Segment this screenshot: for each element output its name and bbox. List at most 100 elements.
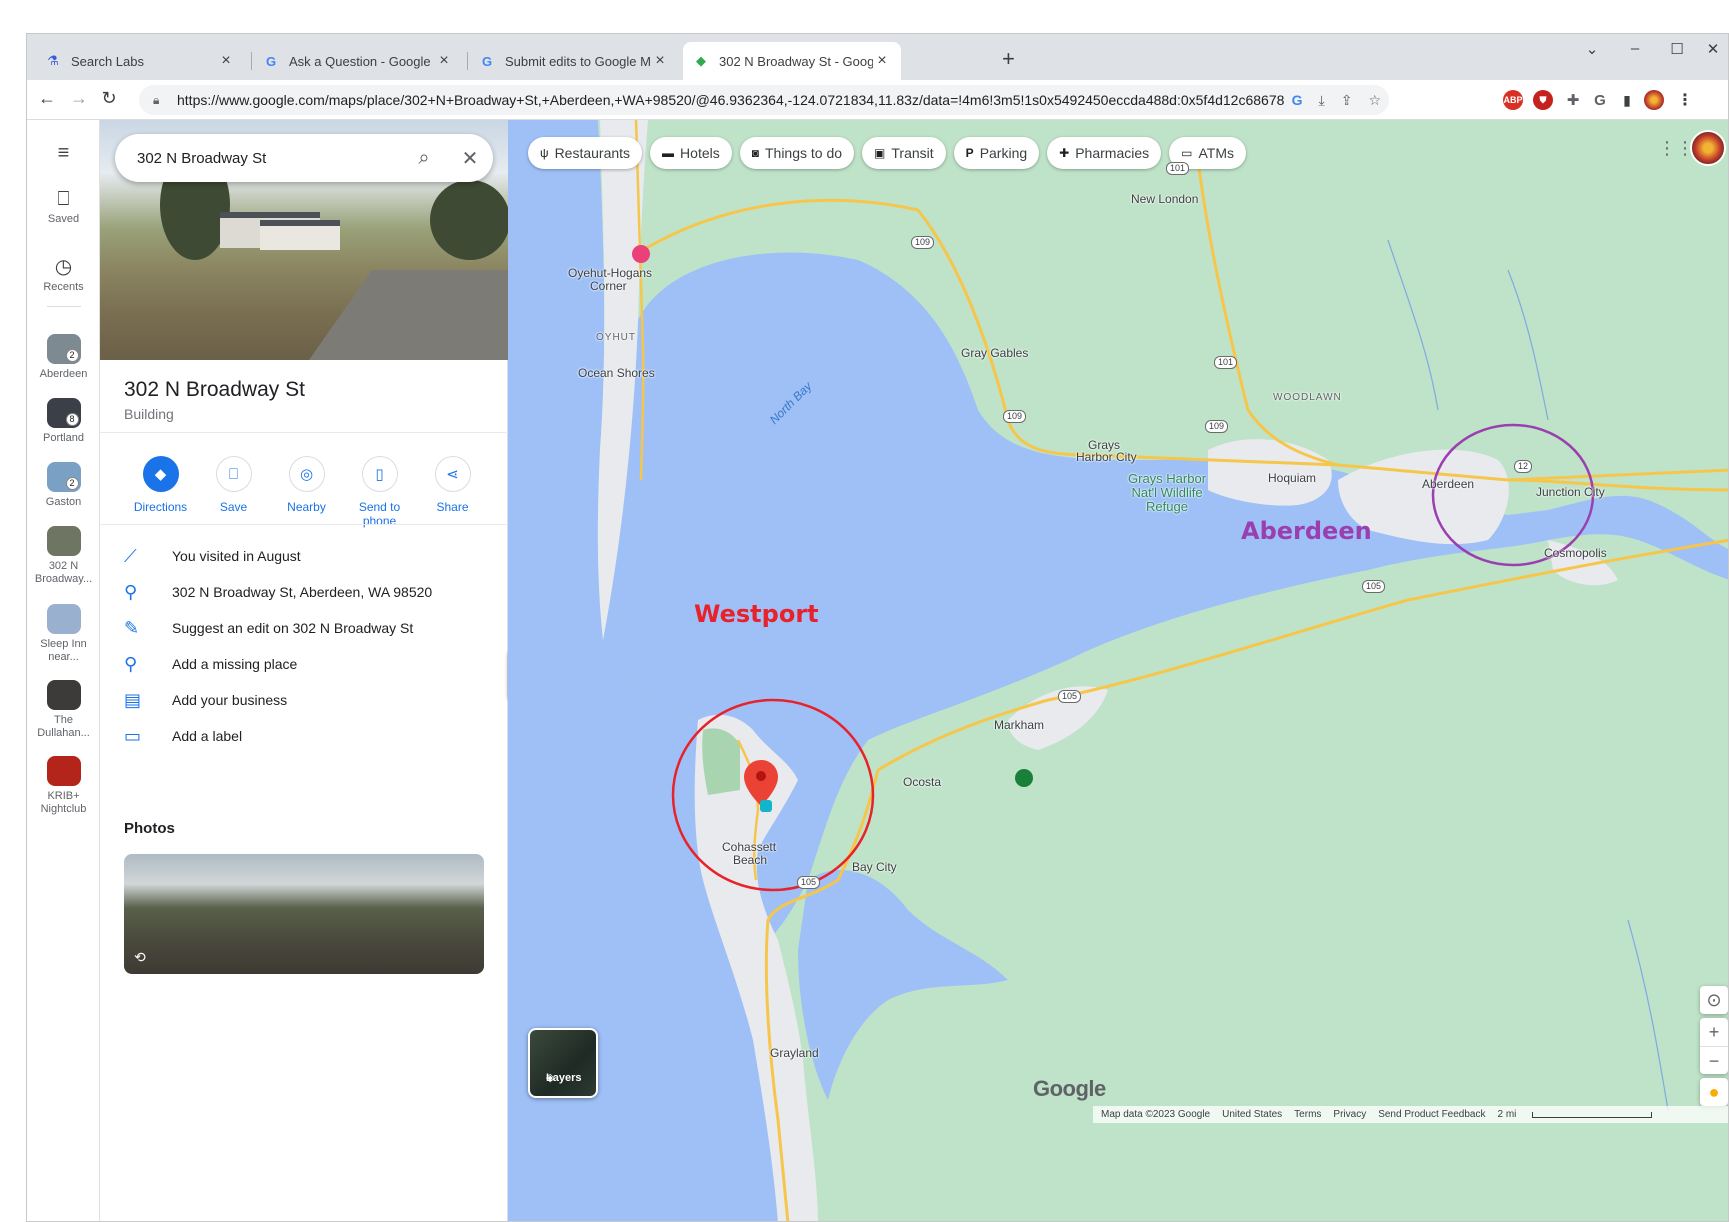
fork-knife-icon: ψ (540, 146, 549, 160)
recent-item-label: Gaston (45, 496, 82, 508)
label-harbor-city[interactable]: Harbor City (1076, 450, 1137, 464)
reload-icon[interactable]: ↻ (97, 88, 121, 109)
place-category[interactable]: Building (124, 406, 174, 422)
side-panel-icon[interactable]: ▮ (1617, 90, 1637, 110)
scale-label[interactable]: 2 mi (1498, 1109, 1517, 1120)
label-markham[interactable]: Markham (994, 718, 1044, 732)
label-ocosta[interactable]: Ocosta (903, 775, 941, 789)
close-tab-icon[interactable]: × (217, 52, 235, 70)
tab-ask-question[interactable]: G Ask a Question - Google Maps C × (253, 42, 463, 80)
tab-strip: ⚗ Search Labs × G Ask a Question - Googl… (27, 34, 1728, 80)
close-window-icon[interactable]: ✕ (1693, 40, 1728, 58)
forward-arrow-icon[interactable]: → (67, 88, 91, 109)
address-row[interactable]: ⚲ 302 N Broadway St, Aberdeen, WA 98520 (124, 574, 494, 610)
label-oyehut-hogans[interactable]: Oyehut-Hogans (568, 266, 652, 280)
google-maps-app: ≡ ⎕ Saved ◷ Recents 2 Aberdeen 8 Portlan… (27, 120, 1728, 1221)
share-page-icon[interactable]: ⇪ (1341, 92, 1353, 109)
visited-row[interactable]: ⟋ You visited in August (124, 538, 494, 574)
chip-things-to-do[interactable]: ◙ Things to do (739, 137, 855, 169)
recents-button[interactable]: ◷ Recents (27, 254, 100, 293)
tab-search-labs[interactable]: ⚗ Search Labs × (35, 42, 245, 80)
profile-avatar[interactable] (1644, 90, 1664, 110)
label-corner[interactable]: Corner (590, 279, 627, 293)
label-aberdeen-map[interactable]: Aberdeen (1422, 477, 1474, 491)
zoom-in-button[interactable]: + (1700, 1018, 1728, 1046)
label-beach[interactable]: Beach (733, 853, 767, 867)
label-ocean-shores[interactable]: Ocean Shores (578, 366, 655, 380)
minimize-icon[interactable]: – (1615, 40, 1655, 57)
lock-icon: 🔒︎ (153, 92, 160, 107)
map-canvas[interactable]: ψ Restaurants ▬ Hotels ◙ Things to do ▣ Tran… (508, 120, 1728, 1221)
label-cosmopolis[interactable]: Cosmopolis (1544, 546, 1607, 560)
terms-link[interactable]: Terms (1294, 1109, 1321, 1120)
my-location-button[interactable]: ⊙ (1700, 986, 1728, 1014)
install-app-icon[interactable]: ⤓ (1319, 92, 1325, 109)
label-new-london[interactable]: New London (1131, 192, 1198, 206)
label-cohassett[interactable]: Cohassett (722, 840, 776, 854)
tab-302-broadway[interactable]: ◆ 302 N Broadway St - Google Ma × (683, 42, 901, 80)
bookmark-star-icon[interactable]: ☆ (1368, 92, 1381, 109)
extensions-puzzle-icon[interactable]: ✚ (1563, 90, 1583, 110)
chip-transit[interactable]: ▣ Transit (862, 137, 946, 169)
privacy-link[interactable]: Privacy (1333, 1109, 1366, 1120)
recent-item-gaston[interactable]: 2 Gaston (27, 462, 100, 508)
photo-thumbnail[interactable]: ⟲ (124, 854, 484, 974)
pegman-button[interactable]: ● (1700, 1078, 1728, 1106)
chip-hotels[interactable]: ▬ Hotels (650, 137, 732, 169)
back-arrow-icon[interactable]: ← (35, 88, 59, 109)
recent-item-dullahan[interactable]: The Dullahan... (27, 680, 100, 740)
menu-button[interactable]: ≡ (27, 142, 100, 167)
google-lens-icon[interactable]: G (1292, 92, 1303, 108)
search-box[interactable]: 302 N Broadway St ⌕ ✕ (115, 134, 493, 182)
recent-item-sleep-inn[interactable]: Sleep Inn near... (27, 604, 100, 664)
zoom-out-button[interactable]: − (1700, 1046, 1728, 1074)
country-link[interactable]: United States (1222, 1109, 1282, 1120)
saved-label: Saved (47, 213, 80, 225)
close-tab-icon[interactable]: × (435, 52, 453, 70)
add-business-row[interactable]: ▤ Add your business (124, 682, 494, 718)
tab-search-chevron-icon[interactable]: ⌄ (1572, 40, 1612, 58)
add-missing-place-row[interactable]: ⚲ Add a missing place (124, 646, 494, 682)
chip-parking[interactable]: P Parking (953, 137, 1040, 169)
label-junction-city[interactable]: Junction City (1536, 485, 1605, 499)
close-tab-icon[interactable]: × (651, 52, 669, 70)
adblock-extension-icon[interactable]: ABP (1503, 90, 1523, 110)
close-icon[interactable]: ✕ (447, 146, 493, 171)
recent-item-portland[interactable]: 8 Portland (27, 398, 100, 444)
recent-item-302-broadway[interactable]: 302 N Broadway... (27, 526, 100, 586)
route-shield: 109 (1003, 410, 1027, 423)
recent-item-aberdeen[interactable]: 2 Aberdeen (27, 334, 100, 380)
close-tab-icon[interactable]: × (873, 52, 891, 70)
suggest-edit-row[interactable]: ✎ Suggest an edit on 302 N Broadway St (124, 610, 494, 646)
tab-submit-edits[interactable]: G Submit edits to Google Maps - C × (469, 42, 679, 80)
label-bay-city[interactable]: Bay City (852, 860, 897, 874)
feedback-link[interactable]: Send Product Feedback (1378, 1109, 1485, 1120)
heart-marker (632, 245, 650, 263)
browser-menu-icon[interactable]: ⋮ (1675, 90, 1695, 110)
ublock-extension-icon[interactable]: ⛊ (1533, 90, 1553, 110)
location-pin-icon: ⚲ (124, 581, 138, 602)
recent-item-krib-nightclub[interactable]: KRIB+ Nightclub (27, 756, 100, 816)
new-tab-button[interactable]: + (1002, 46, 1015, 72)
saved-button[interactable]: ⎕ Saved (27, 188, 100, 225)
chip-pharmacies[interactable]: ✚ Pharmacies (1047, 137, 1162, 169)
route-101 (1196, 159, 1728, 482)
browser-window: ⚗ Search Labs × G Ask a Question - Googl… (26, 33, 1729, 1222)
maximize-icon[interactable]: ☐ (1657, 40, 1697, 58)
layers-button[interactable]: ◈ Layers (528, 1028, 598, 1098)
maps-pin-icon: ◆ (696, 53, 706, 68)
account-avatar[interactable] (1690, 130, 1726, 166)
label-hoquiam[interactable]: Hoquiam (1268, 471, 1316, 485)
route-shield: 12 (1514, 460, 1533, 473)
google-extension-icon[interactable]: G (1590, 90, 1610, 110)
search-input[interactable]: 302 N Broadway St (137, 150, 401, 167)
transit-marker (760, 800, 772, 812)
add-label-row[interactable]: ▭ Add a label (124, 718, 494, 754)
search-icon[interactable]: ⌕ (401, 147, 447, 170)
label-wildlife-refuge[interactable]: Grays Harbor Nat'l Wildlife Refuge (1128, 472, 1206, 514)
address-bar[interactable]: 🔒︎ https://www.google.com/maps/place/302… (139, 85, 1389, 115)
label-grayland[interactable]: Grayland (770, 1046, 819, 1060)
label-gray-gables[interactable]: Gray Gables (961, 346, 1028, 360)
chip-restaurants[interactable]: ψ Restaurants (528, 137, 643, 169)
flask-icon: ⚗ (47, 53, 59, 68)
